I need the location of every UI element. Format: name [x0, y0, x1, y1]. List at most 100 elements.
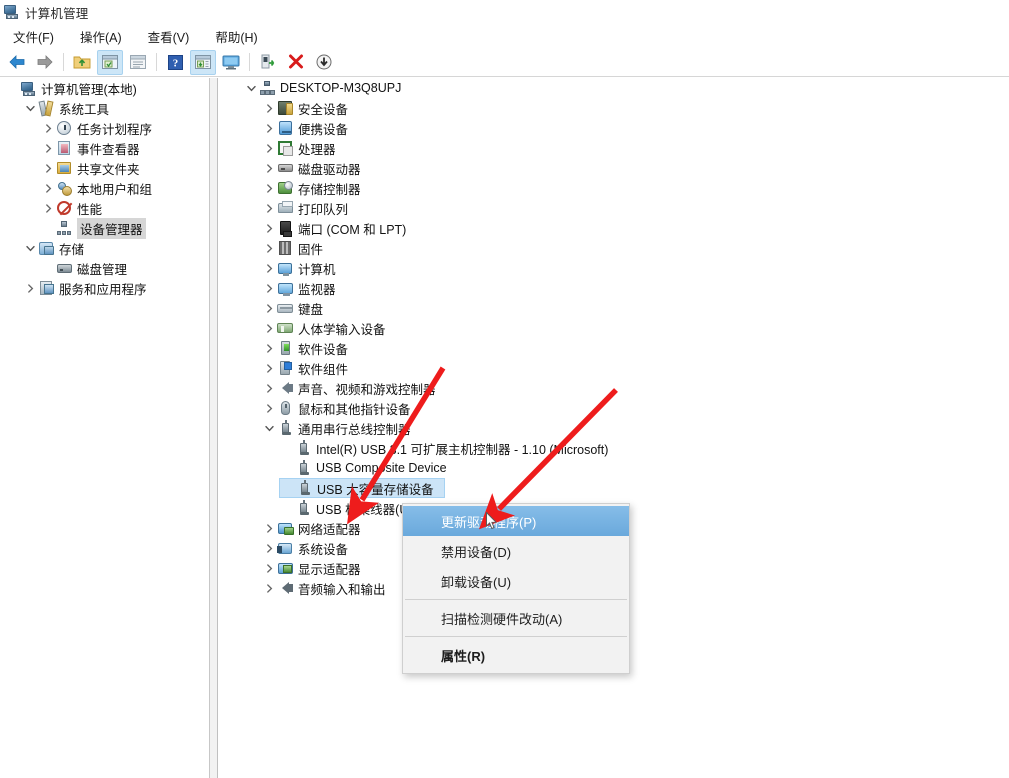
- console-tree-item[interactable]: 共享文件夹: [40, 158, 209, 178]
- tree-item-label: 本地用户和组: [77, 182, 153, 197]
- tree-item-label: 存储控制器: [298, 182, 361, 197]
- chevron-right-icon[interactable]: [22, 280, 38, 296]
- pane-splitter[interactable]: [210, 78, 218, 778]
- uninstall-device-icon[interactable]: [283, 50, 309, 75]
- console-tree-item[interactable]: 系统工具: [22, 98, 209, 118]
- device-tree-item[interactable]: 软件设备: [261, 338, 1009, 358]
- chevron-right-icon[interactable]: [261, 320, 277, 336]
- tree-item-label: 磁盘管理: [77, 262, 128, 277]
- context-menu-item[interactable]: 属性(R): [403, 640, 629, 670]
- device-tree-item[interactable]: 计算机: [261, 258, 1009, 278]
- device-tree-item[interactable]: 键盘: [261, 298, 1009, 318]
- chevron-right-icon[interactable]: [40, 180, 56, 196]
- console-tree-item[interactable]: 事件查看器: [40, 138, 209, 158]
- context-menu-item[interactable]: 更新驱动程序(P): [403, 506, 629, 536]
- toolbar-separator: [156, 53, 157, 71]
- help-icon[interactable]: ?: [162, 50, 188, 75]
- update-driver-icon[interactable]: [255, 50, 281, 75]
- console-tree-item[interactable]: 服务和应用程序: [22, 278, 209, 298]
- chevron-down-icon[interactable]: [22, 240, 38, 256]
- device-tree-item[interactable]: DESKTOP-M3Q8UPJ: [243, 78, 1009, 98]
- chevron-right-icon[interactable]: [261, 160, 277, 176]
- monitor-icon[interactable]: [218, 50, 244, 75]
- menu-file[interactable]: 文件(F): [4, 25, 63, 48]
- console-tree-item[interactable]: 任务计划程序: [40, 118, 209, 138]
- console-tree-item[interactable]: 存储: [22, 238, 209, 258]
- chevron-right-icon[interactable]: [261, 200, 277, 216]
- chevron-down-icon[interactable]: [22, 100, 38, 116]
- toolbar: ?: [0, 48, 1009, 77]
- chevron-right-icon[interactable]: [40, 200, 56, 216]
- menu-action[interactable]: 操作(A): [71, 25, 131, 48]
- performance-icon: [56, 200, 72, 216]
- device-tree-item[interactable]: 声音、视频和游戏控制器: [261, 378, 1009, 398]
- device-tree-item[interactable]: 安全设备: [261, 98, 1009, 118]
- properties-window-icon[interactable]: [125, 50, 151, 75]
- device-tree-item[interactable]: 便携设备: [261, 118, 1009, 138]
- console-tree-item[interactable]: 设备管理器: [40, 217, 209, 239]
- chevron-right-icon[interactable]: [261, 140, 277, 156]
- device-tree-item[interactable]: 音频输入和输出: [261, 578, 1009, 598]
- device-tree-item[interactable]: USB 根集线器(USB 3.0): [279, 498, 1009, 518]
- action-pane-icon[interactable]: [190, 49, 216, 75]
- device-tree-item[interactable]: 网络适配器: [261, 518, 1009, 538]
- chevron-right-icon[interactable]: [261, 300, 277, 316]
- chevron-right-icon[interactable]: [261, 220, 277, 236]
- forward-arrow-icon[interactable]: [32, 50, 58, 75]
- device-tree-item[interactable]: 固件: [261, 238, 1009, 258]
- device-tree-item[interactable]: USB Composite Device: [279, 458, 1009, 478]
- device-tree-item[interactable]: 鼠标和其他指针设备: [261, 398, 1009, 418]
- chevron-right-icon[interactable]: [261, 400, 277, 416]
- chevron-right-icon[interactable]: [261, 240, 277, 256]
- device-tree-item[interactable]: 端口 (COM 和 LPT): [261, 218, 1009, 238]
- chevron-down-icon[interactable]: [261, 420, 277, 436]
- chevron-right-icon[interactable]: [261, 260, 277, 276]
- context-menu-item[interactable]: 禁用设备(D): [403, 536, 629, 566]
- chevron-right-icon[interactable]: [261, 580, 277, 596]
- console-tree-pane[interactable]: 计算机管理(本地) 系统工具 任务计划程序 事件查看器 共享文件夹本地用户和组 性能 设备管…: [0, 78, 210, 778]
- scan-hardware-icon[interactable]: [311, 50, 337, 75]
- chevron-right-icon[interactable]: [261, 280, 277, 296]
- chevron-right-icon[interactable]: [261, 340, 277, 356]
- device-context-menu[interactable]: 更新驱动程序(P) 禁用设备(D) 卸载设备(U) 扫描检测硬件改动(A) 属性(R): [402, 503, 630, 674]
- chevron-right-icon[interactable]: [261, 360, 277, 376]
- up-folder-icon[interactable]: [69, 50, 95, 75]
- context-menu-item[interactable]: 卸载设备(U): [403, 566, 629, 596]
- device-tree-item[interactable]: 显示适配器: [261, 558, 1009, 578]
- chevron-right-icon[interactable]: [261, 540, 277, 556]
- chevron-right-icon[interactable]: [40, 140, 56, 156]
- console-tree-item[interactable]: 计算机管理(本地): [4, 78, 209, 98]
- tree-item-label: 便携设备: [298, 122, 349, 137]
- chevron-down-icon[interactable]: [243, 80, 259, 96]
- device-tree-item[interactable]: 通用串行总线控制器: [261, 418, 1009, 438]
- show-hide-console-tree-icon[interactable]: [97, 49, 123, 75]
- chevron-right-icon[interactable]: [40, 120, 56, 136]
- console-tree-item[interactable]: 本地用户和组: [40, 178, 209, 198]
- device-tree-item[interactable]: 打印队列: [261, 198, 1009, 218]
- console-tree-item[interactable]: 性能: [40, 198, 209, 218]
- chevron-right-icon[interactable]: [261, 100, 277, 116]
- device-tree-item[interactable]: 监视器: [261, 278, 1009, 298]
- back-arrow-icon[interactable]: [4, 50, 30, 75]
- context-menu-item[interactable]: 扫描检测硬件改动(A): [403, 603, 629, 633]
- device-tree-item[interactable]: 磁盘驱动器: [261, 158, 1009, 178]
- device-tree-item[interactable]: 存储控制器: [261, 178, 1009, 198]
- device-tree-item[interactable]: Intel(R) USB 3.1 可扩展主机控制器 - 1.10 (Micros…: [279, 438, 1009, 458]
- device-tree-item[interactable]: 人体学输入设备: [261, 318, 1009, 338]
- device-tree-item[interactable]: 软件组件: [261, 358, 1009, 378]
- chevron-right-icon[interactable]: [261, 520, 277, 536]
- menu-view[interactable]: 查看(V): [139, 25, 199, 48]
- context-menu-separator: [405, 599, 627, 600]
- device-tree-item[interactable]: 处理器: [261, 138, 1009, 158]
- chevron-right-icon[interactable]: [261, 380, 277, 396]
- chevron-right-icon[interactable]: [40, 160, 56, 176]
- chevron-right-icon[interactable]: [261, 560, 277, 576]
- console-tree-item[interactable]: 磁盘管理: [40, 258, 209, 278]
- chevron-right-icon[interactable]: [261, 180, 277, 196]
- chevron-right-icon[interactable]: [261, 120, 277, 136]
- device-tree-item[interactable]: 系统设备: [261, 538, 1009, 558]
- menu-help[interactable]: 帮助(H): [206, 25, 266, 48]
- device-tree-item[interactable]: USB 大容量存储设备: [279, 478, 445, 498]
